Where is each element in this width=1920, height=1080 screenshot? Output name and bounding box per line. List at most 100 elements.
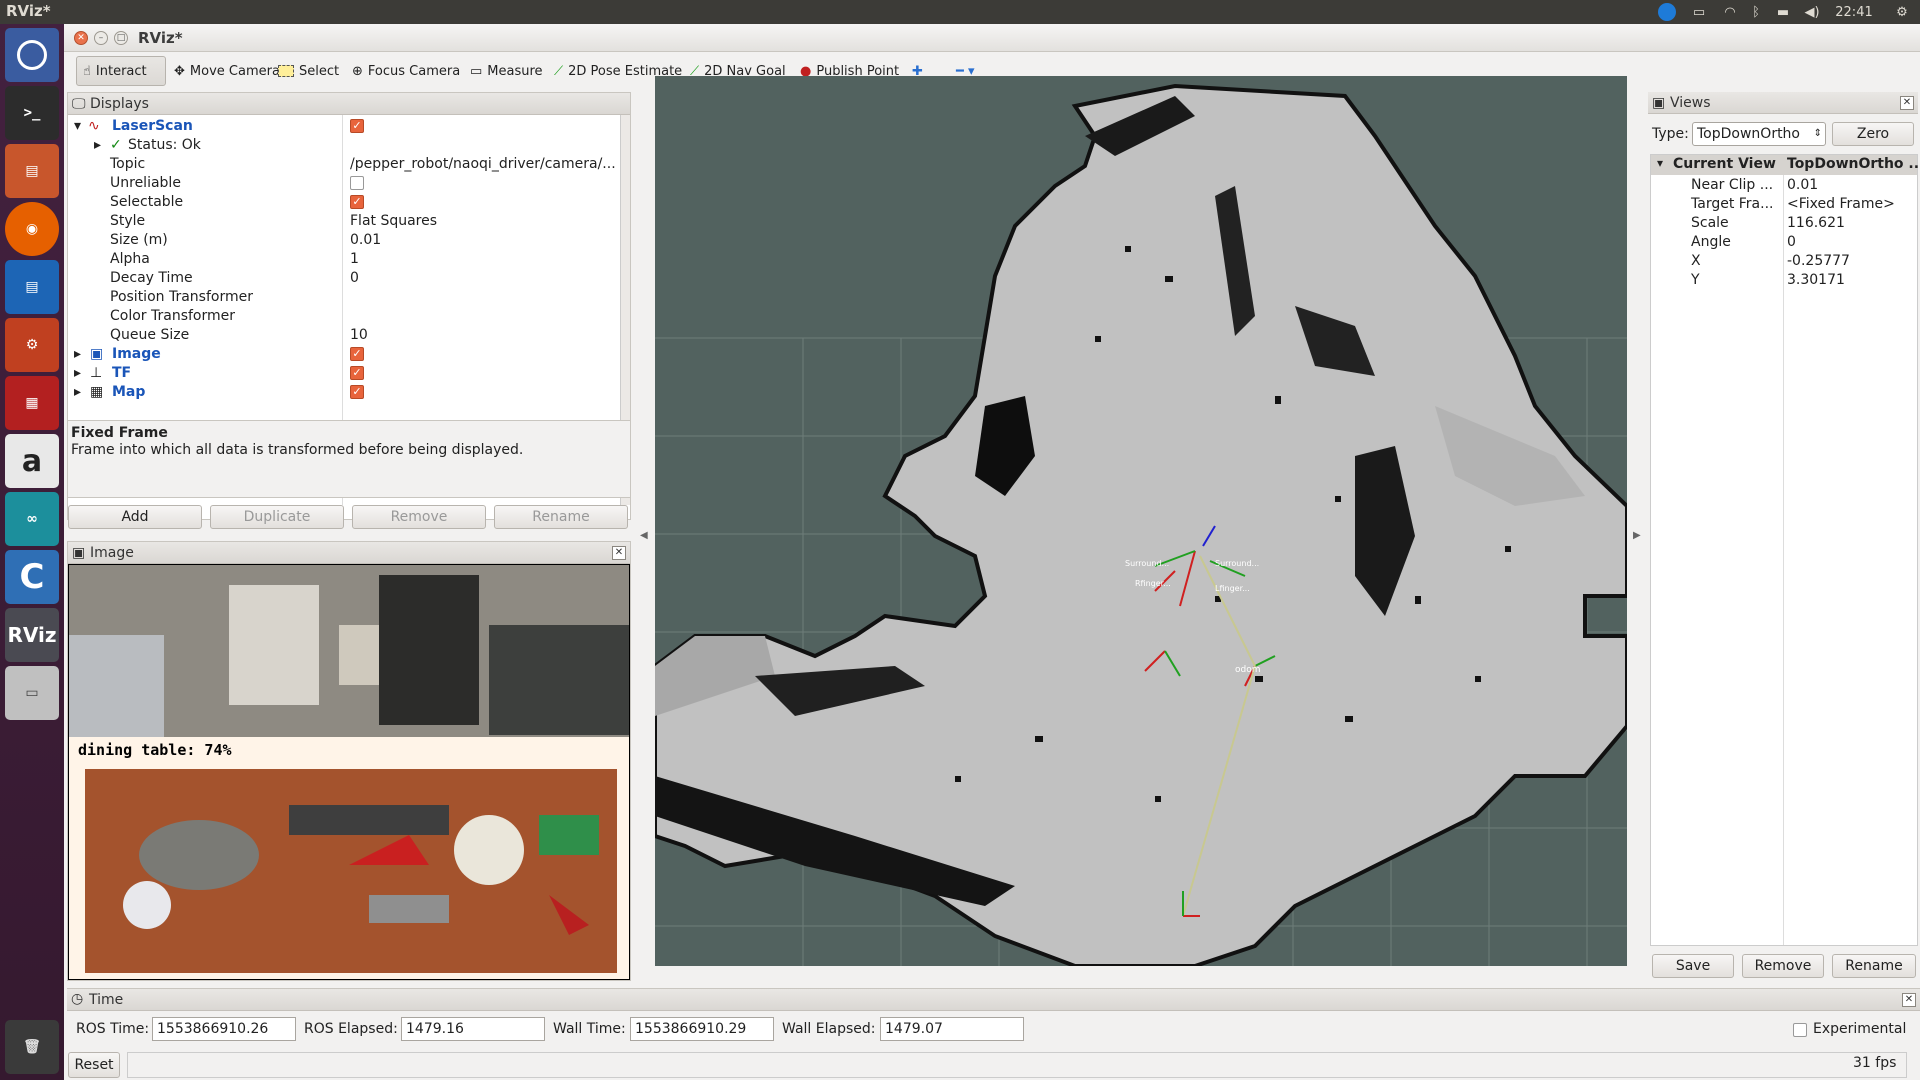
clion-icon[interactable]: C (5, 550, 59, 604)
prop-row-topic[interactable]: Topic/pepper_robot/naoqi_driver/camera/.… (68, 155, 638, 174)
wall-elapsed-field[interactable]: 1479.07 (880, 1017, 1024, 1041)
focus-camera-icon: ⊕ (352, 63, 363, 79)
rename-view-button[interactable]: Rename (1832, 954, 1916, 978)
collapse-arrow-icon[interactable]: ▸ (94, 136, 101, 155)
target-frame-value[interactable]: <Fixed Frame> (1787, 195, 1895, 214)
clock[interactable]: 22:41 (1832, 3, 1876, 21)
disk-icon[interactable]: ▭ (5, 666, 59, 720)
y-value[interactable]: 3.30171 (1787, 271, 1845, 290)
keyboard-icon[interactable]: ▭ (1686, 3, 1712, 21)
svg-text:Surround...: Surround... (1125, 559, 1169, 568)
writer-icon[interactable]: ▤ (5, 260, 59, 314)
prop-row-style[interactable]: Style Flat Squares (68, 212, 638, 231)
duplicate-display-button[interactable]: Duplicate (210, 505, 344, 529)
expand-arrow-icon[interactable]: ▾ (1657, 156, 1663, 170)
save-view-button[interactable]: Save (1652, 954, 1734, 978)
app-icon[interactable]: ▦ (5, 376, 59, 430)
arduino-icon[interactable]: ∞ (5, 492, 59, 546)
move-camera-tool-button[interactable]: ✥ Move Camera (168, 56, 286, 86)
expand-arrow-icon[interactable]: ▾ (74, 117, 81, 136)
prop-row-selectable[interactable]: Selectable ✓ (68, 193, 638, 212)
prop-value-queue-size[interactable]: 10 (350, 326, 634, 345)
rename-display-button[interactable]: Rename (494, 505, 628, 529)
bluetooth-icon[interactable]: ᛒ (1746, 3, 1766, 21)
x-value[interactable]: -0.25777 (1787, 252, 1850, 271)
volume-icon[interactable]: ◀) (1800, 3, 1824, 21)
right-splitter-arrow-icon[interactable]: ▶ (1633, 530, 1641, 541)
prop-value-alpha[interactable]: 1 (350, 250, 634, 269)
tf-enabled-checkbox[interactable]: ✓ (350, 364, 634, 383)
close-window-icon[interactable]: ✕ (74, 31, 88, 45)
firefox-icon[interactable]: ◉ (5, 202, 59, 256)
wall-time-field[interactable]: 1553866910.29 (630, 1017, 774, 1041)
power-gear-icon[interactable]: ⚙ (1890, 3, 1914, 21)
prop-row-decay-time[interactable]: Decay Time 0 (68, 269, 638, 288)
collapse-arrow-icon[interactable]: ▸ (74, 364, 81, 383)
left-splitter-arrow-icon[interactable]: ◀ (640, 530, 648, 541)
reset-button[interactable]: Reset (68, 1052, 120, 1078)
angle-value[interactable]: 0 (1787, 233, 1796, 252)
measure-icon: ▭ (470, 63, 483, 79)
ubuntu-dash-icon[interactable] (5, 28, 59, 82)
pose-estimate-icon: ⟋ (554, 63, 564, 79)
file-manager-icon[interactable]: ▤ (5, 144, 59, 198)
camera-image (69, 565, 629, 979)
ros-time-field[interactable]: 1553866910.26 (152, 1017, 296, 1041)
add-display-button[interactable]: Add (68, 505, 202, 529)
time-panel-close-icon[interactable]: ✕ (1902, 993, 1916, 1007)
views-panel-close-icon[interactable]: ✕ (1900, 96, 1914, 110)
collapse-arrow-icon[interactable]: ▸ (74, 383, 81, 402)
battery-icon[interactable]: ▬ (1770, 3, 1796, 21)
laserscan-enabled-checkbox[interactable]: ✓ (350, 117, 634, 136)
status-row[interactable]: ▸ ✓ Status: Ok (68, 136, 638, 155)
prop-row-color-transformer[interactable]: Color Transformer (68, 307, 638, 326)
prop-value-style[interactable]: Flat Squares (350, 212, 634, 231)
window-title: RViz* (138, 29, 183, 47)
view-type-select[interactable]: TopDownOrtho ⇕ (1692, 122, 1826, 146)
minimize-window-icon[interactable]: – (94, 31, 108, 45)
map-enabled-checkbox[interactable]: ✓ (350, 383, 634, 402)
prop-row-size[interactable]: Size (m) 0.01 (68, 231, 638, 250)
near-clip-value[interactable]: 0.01 (1787, 176, 1818, 195)
prop-row-position-transformer[interactable]: Position Transformer (68, 288, 638, 307)
teamviewer-icon[interactable] (1655, 3, 1679, 21)
display-row-map[interactable]: ▸ ▦ Map ✓ (68, 383, 638, 402)
prop-row-alpha[interactable]: Alpha 1 (68, 250, 638, 269)
settings-icon[interactable]: ⚙ (5, 318, 59, 372)
prop-row-queue-size[interactable]: Queue Size 10 (68, 326, 638, 345)
rviz-icon[interactable]: RViz (5, 608, 59, 662)
experimental-checkbox[interactable] (1793, 1022, 1807, 1038)
display-row-laserscan[interactable]: ▾ ∿ LaserScan ✓ (68, 117, 638, 136)
display-row-tf[interactable]: ▸ ⊥ TF ✓ (68, 364, 638, 383)
prop-value-size[interactable]: 0.01 (350, 231, 634, 250)
3d-viewport[interactable]: Surround... Surround... Rfinger... Lfinger.… (655, 76, 1627, 966)
unreliable-checkbox[interactable] (350, 174, 634, 193)
image-enabled-checkbox[interactable]: ✓ (350, 345, 634, 364)
remove-display-button[interactable]: Remove (352, 505, 486, 529)
zero-view-button[interactable]: Zero (1832, 122, 1914, 146)
collapse-arrow-icon[interactable]: ▸ (74, 345, 81, 364)
measure-tool-button[interactable]: ▭ Measure (464, 56, 549, 86)
terminal-icon[interactable]: >_ (5, 86, 59, 140)
svg-text:Lfinger...: Lfinger... (1215, 584, 1250, 593)
selectable-checkbox[interactable]: ✓ (350, 193, 634, 212)
interact-tool-button[interactable]: ☝ Interact (76, 56, 166, 86)
maximize-window-icon[interactable]: □ (114, 31, 128, 45)
image-panel-close-icon[interactable]: ✕ (612, 546, 626, 560)
prop-value-decay-time[interactable]: 0 (350, 269, 634, 288)
wifi-icon[interactable]: ◠ (1718, 3, 1742, 21)
select-tool-button[interactable]: Select (272, 56, 345, 86)
amazon-icon[interactable]: a (5, 434, 59, 488)
trash-icon[interactable]: 🗑 (5, 1020, 59, 1074)
prop-row-unreliable[interactable]: Unreliable (68, 174, 638, 193)
display-row-image[interactable]: ▸ ▣ Image ✓ (68, 345, 638, 364)
focus-camera-tool-button[interactable]: ⊕ Focus Camera (346, 56, 466, 86)
map-render[interactable]: Surround... Surround... Rfinger... Lfinger.… (655, 76, 1627, 966)
ros-elapsed-field[interactable]: 1479.16 (401, 1017, 545, 1041)
clock-icon: ◷ (71, 991, 84, 1007)
prop-value-topic[interactable]: /pepper_robot/naoqi_driver/camera/... (350, 155, 634, 174)
scale-value[interactable]: 116.621 (1787, 214, 1845, 233)
remove-view-button[interactable]: Remove (1742, 954, 1824, 978)
prop-label: Position Transformer (110, 289, 253, 305)
hand-icon: ☝ (83, 63, 91, 79)
